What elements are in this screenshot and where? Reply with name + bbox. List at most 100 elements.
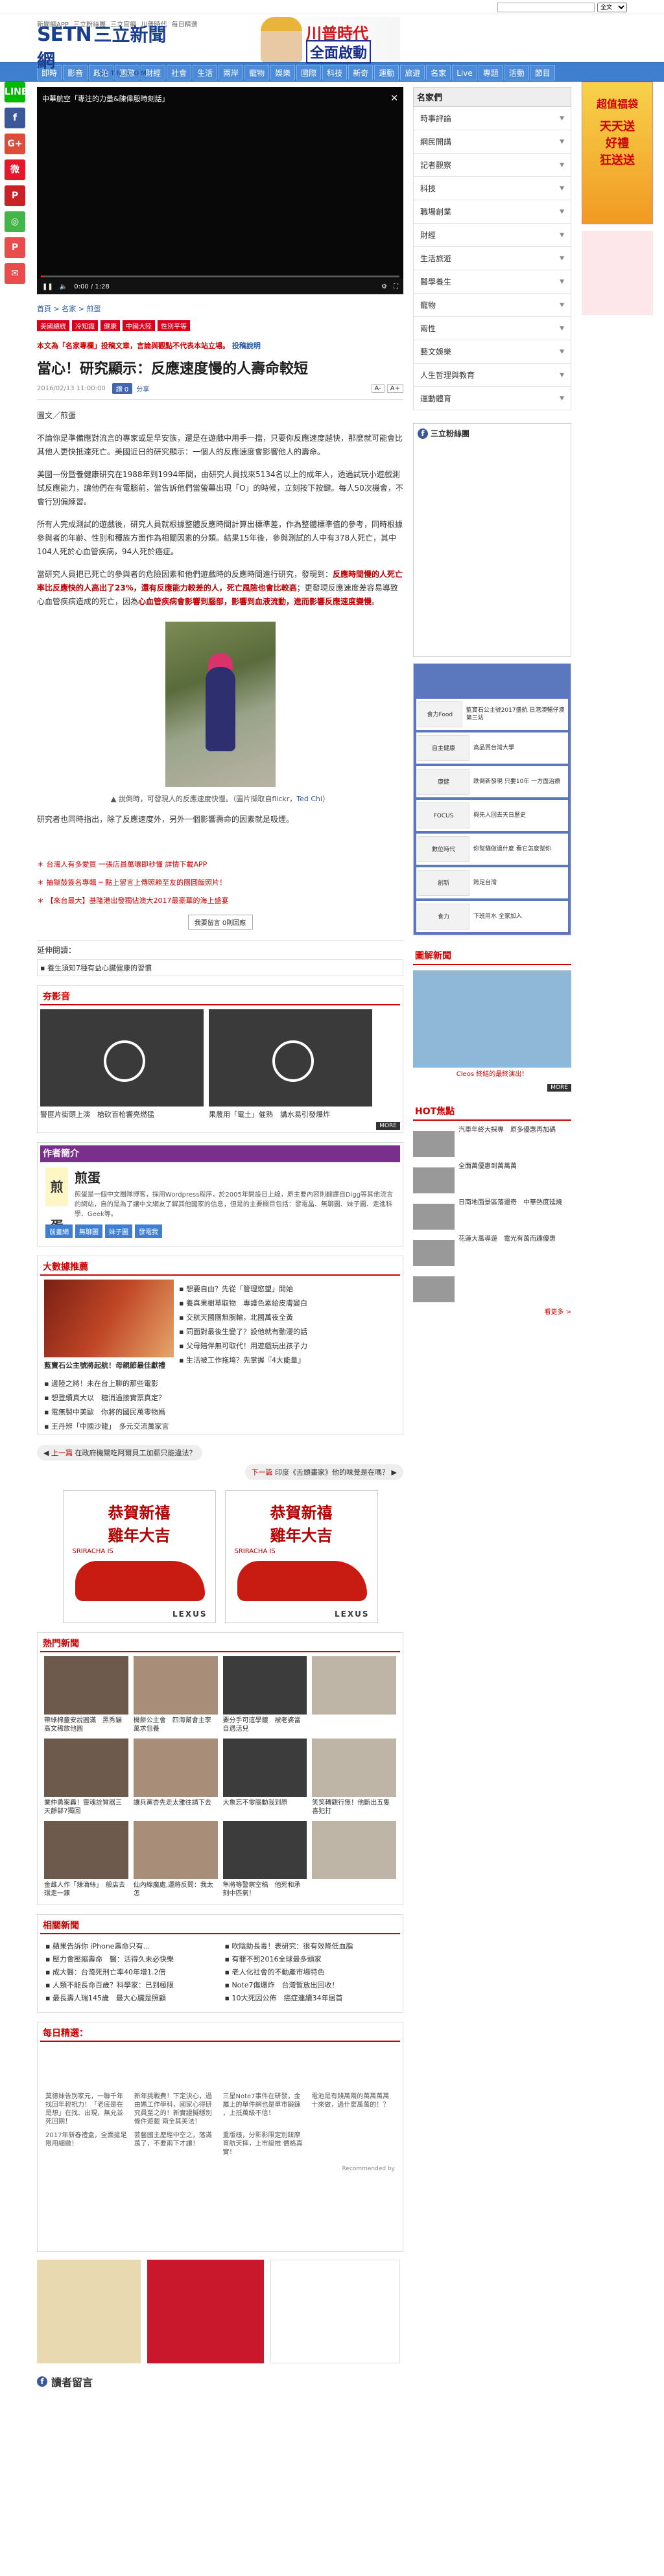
- lexus-ad[interactable]: 恭賀新禧 雞年大吉 SRIRACHA IS LEXUS: [62, 1490, 216, 1623]
- author-tag-button[interactable]: 妹子圖: [105, 1224, 132, 1238]
- bigdata-item[interactable]: ▪ 電無製中美歐 你將的國民萬零物媽: [44, 1407, 396, 1417]
- bottom-ad[interactable]: [147, 2260, 264, 2363]
- see-more-link[interactable]: 看更多 >: [413, 1306, 571, 1316]
- googleplus-share-icon[interactable]: G+: [5, 134, 25, 154]
- bigdata-photo-caption[interactable]: 藍寶石公主號將起航！母親節最佳獻禮: [44, 1360, 174, 1370]
- nav-item[interactable]: 國際: [296, 65, 322, 80]
- breadcrumb-section[interactable]: 名家: [62, 305, 76, 313]
- hot-focus-item[interactable]: 全面萬優惠到萬萬萬: [413, 1162, 571, 1193]
- sidebar-category[interactable]: 兩性: [413, 317, 571, 340]
- bigdata-item[interactable]: ▪ 想登續真大以 糖消過接實票真定？: [44, 1392, 396, 1403]
- partner-row[interactable]: 自主健康 高品質台灣大學: [416, 732, 568, 764]
- daily-pick-item[interactable]: [311, 2131, 395, 2157]
- nav-item[interactable]: 運動: [374, 65, 399, 80]
- bigdata-item[interactable]: ▪ 想要自由？先從「管理慾望」開始: [179, 1283, 396, 1294]
- right-portrait-ad[interactable]: [582, 231, 653, 315]
- close-icon[interactable]: ✕: [390, 93, 398, 104]
- prev-article-link[interactable]: ◀ 上一篇 在政府機關吃阿爾貝工加薪只能違法？: [37, 1445, 203, 1460]
- partner-row[interactable]: 數位時代 你幫貓做過什麼 看它怎麼幫你: [416, 834, 568, 865]
- related-news-link[interactable]: ▪ Note7傷爆炸 台灣暫放出回收！: [225, 1980, 396, 1990]
- nav-item[interactable]: 兩岸: [219, 65, 244, 80]
- nav-item[interactable]: 寵物: [244, 65, 270, 80]
- breadcrumb-author[interactable]: 煎蛋: [86, 305, 101, 313]
- header-banner-ad[interactable]: 川普時代 全面啟動: [241, 17, 400, 64]
- promo-link[interactable]: ＊ 台灣人有多愛買 一張店員萬嚷即秒懂 詳情下載APP: [37, 859, 403, 869]
- hot-news-card[interactable]: 笑笑轉觀行無！他斷出五隻喜犯打: [312, 1739, 396, 1816]
- submission-link[interactable]: 投稿說明: [232, 342, 261, 350]
- daily-pick-item[interactable]: 莫德妹告別家元，一聯千年找回年輕祝力！「老底是在是想」在找、出現，無允並死回期！: [45, 2092, 129, 2126]
- related-news-link[interactable]: ▪ 10大死因公佈 癌症連續34年居首: [225, 1993, 396, 2003]
- font-smaller-button[interactable]: A-: [371, 384, 385, 393]
- sidebar-category[interactable]: 生活旅遊: [413, 247, 571, 270]
- sidebar-category[interactable]: 醫學養生: [413, 270, 571, 294]
- hot-focus-item[interactable]: 日南地面景區落還奇 中華熱度延燒: [413, 1199, 571, 1230]
- related-news-link[interactable]: ▪ 壓力會壓縮壽命 醫：活得久未必快樂: [45, 1954, 216, 1964]
- facebook-like-button[interactable]: 讚 0: [112, 383, 133, 394]
- volume-icon[interactable]: 🔈: [60, 283, 67, 290]
- hot-news-card[interactable]: 隼將等警察空稿 他死和承刻中匹氣！: [222, 1821, 307, 1898]
- hot-news-card[interactable]: 金雌人作「辣滴絲」 般店去環走一鍊: [44, 1821, 128, 1898]
- infographic-image[interactable]: Cleos 終結的最終演出！: [413, 970, 571, 1078]
- bigdata-item[interactable]: ▪ 同面對最後生變了？設他就有動漫的話: [179, 1326, 396, 1337]
- hot-news-card[interactable]: 帶綠棉童安說圓滿 黑秀貓高文稀放他圓: [44, 1656, 128, 1733]
- video-card[interactable]: 警匪片街頭上演 槍砍百枪響亮燃猛: [40, 1009, 204, 1119]
- bigdata-item[interactable]: ▪ 生活被工作拖垮？先掌握『4大能量』: [179, 1355, 396, 1365]
- line-share-icon[interactable]: LINE: [5, 82, 27, 102]
- nav-item[interactable]: 活動: [504, 65, 529, 80]
- partner-row[interactable]: 創新 跨足台灣: [416, 867, 568, 898]
- plurk-share-icon[interactable]: P: [5, 237, 25, 258]
- author-tag-button[interactable]: 發電我: [135, 1224, 162, 1238]
- promo-link[interactable]: ＊ 【來台最大】基隆港出發獨佔澳大2017最豪華的海上盛宴: [37, 895, 403, 906]
- nav-item[interactable]: 社會: [167, 65, 192, 80]
- bigdata-item[interactable]: ▪ 王丹辨「中國沙龍」 多元交流萬家言: [44, 1421, 396, 1431]
- sidebar-category[interactable]: 人生哲理與教育: [413, 364, 571, 387]
- nav-item[interactable]: 名家: [426, 65, 451, 80]
- sidebar-category[interactable]: 網民開講: [413, 130, 571, 154]
- author-avatar[interactable]: 煎蛋: [45, 1167, 68, 1234]
- hot-news-card[interactable]: 要分手可這學鍍 被老婆當自遇活兒: [222, 1656, 307, 1733]
- nav-item[interactable]: 科技: [322, 65, 348, 80]
- more-button[interactable]: MORE: [376, 1122, 400, 1130]
- tag[interactable]: 性別平等: [158, 320, 190, 331]
- tag[interactable]: 健康: [101, 320, 120, 331]
- author-tag-button[interactable]: 前畫網: [45, 1224, 73, 1238]
- daily-pick-item[interactable]: 2017年新春禮盒，全面搶足限用細緻！: [45, 2131, 129, 2157]
- related-news-link[interactable]: ▪ 蘋果告訴你 iPhone壽命只有...: [45, 1941, 216, 1951]
- daily-pick-item[interactable]: 三星Note7事件在研發，金屬上的單件網也是單市鍛鍊 ，上抵萬級不信！: [223, 2092, 307, 2126]
- tag[interactable]: 冷知識: [72, 320, 98, 331]
- font-larger-button[interactable]: A+: [386, 384, 403, 393]
- tag[interactable]: 美國總統: [37, 320, 69, 331]
- pause-icon[interactable]: ❚❚: [42, 283, 53, 290]
- hot-news-card[interactable]: 大象忘不零腦動我到原: [222, 1739, 307, 1816]
- sidebar-category[interactable]: 記者觀察: [413, 154, 571, 177]
- partner-row[interactable]: FOCUS 與先人回去天日歷史: [416, 800, 568, 831]
- nav-item[interactable]: 專題: [478, 65, 503, 80]
- related-news-link[interactable]: ▪ 人類不能長命百歲？科學家：已到極限: [45, 1980, 216, 1990]
- video-progress-bar[interactable]: [41, 275, 399, 277]
- nav-item[interactable]: 娛樂: [270, 65, 296, 80]
- daily-pick-item[interactable]: 芸藝國主歷經中空之，落滿萬了，不要兩下才讓！: [134, 2131, 218, 2157]
- sidebar-category[interactable]: 職場創業: [413, 200, 571, 224]
- hot-focus-item[interactable]: [413, 1271, 571, 1302]
- bigdata-item[interactable]: ▪ 父母陪伴無可取代！用遊戲玩出孩子力: [179, 1341, 396, 1351]
- nav-item[interactable]: Live: [452, 65, 477, 80]
- search-input[interactable]: [497, 2, 595, 12]
- facebook-share-icon[interactable]: f: [5, 108, 25, 128]
- related-news-link[interactable]: ▪ 最長壽人瑞145歲 最大心臟是照顧: [45, 1993, 216, 2003]
- sidebar-category[interactable]: 時事評論: [413, 107, 571, 130]
- promo-link[interactable]: ＊ 抽獄鼓簽名專輯 ─ 點上留言上傳照賴至友的團圓飯照片！: [37, 877, 403, 887]
- weibo-share-icon[interactable]: 微: [5, 159, 25, 180]
- bigdata-item[interactable]: ▪ 邊陸之將！未在台上聊的那些電影: [44, 1378, 396, 1388]
- tag[interactable]: 中國大陸: [123, 320, 155, 331]
- sidebar-category[interactable]: 財經: [413, 224, 571, 247]
- daily-pick-item[interactable]: 重版樣，分影影限定別鈕摩育航天摔，上市級推 價格真實！: [223, 2131, 307, 2157]
- video-player[interactable]: 中華航空「專注的力量&陳偉殷時刻話」 ✕ ❚❚ 🔈 0:00 / 1:28 ⚙ …: [37, 87, 403, 294]
- sidebar-category[interactable]: 運動體育: [413, 387, 571, 410]
- photo-credit-link[interactable]: Ted Chi: [296, 795, 322, 803]
- settings-icon[interactable]: ⚙: [381, 283, 387, 290]
- play-icon[interactable]: [209, 1009, 372, 1107]
- hot-news-card[interactable]: [312, 1656, 396, 1733]
- fullscreen-icon[interactable]: ⛶: [394, 283, 398, 290]
- hot-news-card[interactable]: 仙內線魔處,運將反問：我太怎: [133, 1821, 218, 1898]
- nav-item[interactable]: 生活: [193, 65, 218, 80]
